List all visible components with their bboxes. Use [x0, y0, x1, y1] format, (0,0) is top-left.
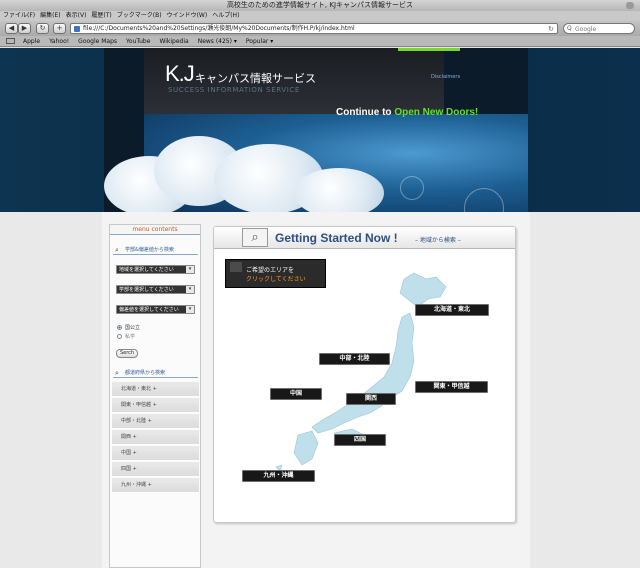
- radio-public-button[interactable]: [117, 324, 122, 330]
- menu-edit[interactable]: 編集(E): [40, 11, 60, 21]
- faculty-select-value: 学部を選択してください: [119, 287, 174, 293]
- cloud-image: [294, 168, 384, 212]
- chevron-down-icon: ▾: [186, 286, 194, 293]
- search-button[interactable]: Serch: [116, 349, 138, 358]
- region-chugoku-button[interactable]: 中国: [270, 388, 322, 400]
- menu-view[interactable]: 表示(V): [66, 11, 87, 21]
- bookmark-yahoo[interactable]: Yahoo!: [49, 36, 69, 46]
- page-icon: [74, 26, 80, 32]
- window-title: 高校生のための進学情報サイト, KJキャンパス情報サービス: [226, 1, 414, 9]
- sidebar: menu contents ⌕ 学部&偏差値から検索 地域を選択してください ▾…: [109, 224, 201, 568]
- magnifier-icon: ⌕: [115, 369, 119, 377]
- prefecture-search-heading-text: 都道府県から検索: [125, 370, 166, 376]
- header-green-accent: [398, 48, 460, 51]
- tagline-prefix: Continue to: [336, 107, 395, 118]
- radio-private[interactable]: 私学: [117, 332, 135, 340]
- browser-toolbar: ◀ ▶ ↻ + file:///C:/Documents%20and%20Set…: [0, 21, 640, 36]
- region-kanto-koshinetsu-button[interactable]: 関東・甲信越: [415, 381, 488, 393]
- bookmark-popular[interactable]: Popular ▾: [246, 36, 273, 46]
- menu-file[interactable]: ファイル(F): [3, 11, 35, 21]
- bookmark-news[interactable]: News (425) ▾: [198, 36, 237, 46]
- site-name: キャンパス情報サービス: [195, 72, 316, 85]
- region-hokkaido-tohoku-button[interactable]: 北海道・東北: [415, 304, 489, 316]
- prefecture-search-heading: ⌕ 都道府県から検索: [113, 368, 198, 378]
- sidebar-item-shikoku[interactable]: 四国 +: [112, 462, 199, 477]
- site-logo[interactable]: K.J: [165, 61, 195, 87]
- search-icon: Q: [567, 25, 572, 32]
- faculty-select[interactable]: 学部を選択してください ▾: [116, 285, 195, 294]
- region-shikoku-button[interactable]: 四国: [334, 434, 386, 446]
- radio-public[interactable]: 国公立: [117, 323, 140, 331]
- faculty-search-heading: ⌕ 学部&偏差値から検索: [113, 245, 198, 255]
- sidebar-item-kanto-koshinetsu[interactable]: 関東・甲信越 +: [112, 398, 199, 413]
- site-subtitle: SUCCESS INFORMATION SERVICE: [168, 86, 300, 94]
- map-honshu: [311, 312, 415, 434]
- sidebar-item-hokkaido-tohoku[interactable]: 北海道・東北 +: [112, 382, 199, 397]
- map-kyushu: [293, 430, 319, 466]
- address-bar[interactable]: file:///C:/Documents%20and%20Settings/瀬光…: [70, 23, 558, 34]
- tagline-highlight: Open New Doors!: [394, 107, 479, 118]
- bookmarks-book-icon[interactable]: [6, 38, 15, 44]
- bookmarks-bar: Apple Yahoo! Google Maps YouTube Wikiped…: [0, 36, 640, 47]
- forward-button[interactable]: ▶: [18, 23, 31, 34]
- sidebar-item-kansai[interactable]: 関西 +: [112, 430, 199, 445]
- search-field[interactable]: Q: [563, 23, 635, 34]
- sidebar-item-kyushu-okinawa[interactable]: 九州・沖縄 +: [112, 478, 199, 493]
- bookmark-wikipedia[interactable]: Wikipedia: [159, 36, 188, 46]
- menu-window[interactable]: ウインドウ(W): [167, 11, 208, 21]
- deviation-select[interactable]: 偏差値を選択してください ▾: [116, 305, 195, 314]
- window-titlebar: 高校生のための進学情報サイト, KJキャンパス情報サービス: [0, 0, 640, 11]
- radio-private-button[interactable]: [117, 333, 122, 339]
- search-input[interactable]: [575, 25, 633, 33]
- sidebar-title: menu contents: [110, 225, 200, 235]
- region-chubu-hokuriku-button[interactable]: 中部・北陸: [319, 353, 390, 365]
- radio-private-label: 私学: [125, 333, 136, 340]
- region-select[interactable]: 地域を選択してください ▾: [116, 265, 195, 274]
- sidebar-item-chugoku[interactable]: 中国 +: [112, 446, 199, 461]
- address-text[interactable]: file:///C:/Documents%20and%20Settings/瀬光…: [83, 24, 355, 34]
- chevron-down-icon: ▾: [186, 266, 194, 273]
- menu-bar: ファイル(F) 編集(E) 表示(V) 履歴(T) ブックマーク(B) ウインド…: [0, 11, 640, 21]
- refresh-icon[interactable]: ↻: [548, 24, 554, 34]
- map-hokkaido: [399, 272, 447, 308]
- tagline: Continue to Open New Doors!: [336, 107, 478, 118]
- site-header: K.J キャンパス情報サービス SUCCESS INFORMATION SERV…: [104, 48, 528, 212]
- sidebar-item-chubu-hokuriku[interactable]: 中部・北陸 +: [112, 414, 199, 429]
- magnifier-icon: ⌕: [115, 246, 119, 254]
- map-panel: ⌕ Getting Started Now ! – 地域から検索 – ご希望のエ…: [213, 226, 516, 523]
- region-kyushu-okinawa-button[interactable]: 九州・沖縄: [242, 470, 315, 482]
- window-zoom-button[interactable]: [626, 2, 634, 9]
- bookmark-youtube[interactable]: YouTube: [126, 36, 150, 46]
- lens-flare: [400, 176, 424, 200]
- menu-help[interactable]: ヘルプ(H): [212, 11, 239, 21]
- menu-bookmarks[interactable]: ブックマーク(B): [117, 11, 162, 21]
- bookmark-google-maps[interactable]: Google Maps: [78, 36, 117, 46]
- faculty-search-heading-text: 学部&偏差値から検索: [125, 247, 174, 253]
- back-button[interactable]: ◀: [5, 23, 18, 34]
- bookmark-apple[interactable]: Apple: [23, 36, 40, 46]
- chevron-down-icon: ▾: [186, 306, 194, 313]
- add-bookmark-button[interactable]: +: [53, 23, 66, 34]
- disclaimers-link[interactable]: Disclaimers: [431, 74, 460, 80]
- radio-public-label: 国公立: [125, 324, 141, 331]
- reload-button[interactable]: ↻: [36, 23, 49, 34]
- deviation-select-value: 偏差値を選択してください: [119, 307, 179, 313]
- region-select-value: 地域を選択してください: [119, 267, 174, 273]
- menu-history[interactable]: 履歴(T): [91, 11, 111, 21]
- region-kansai-button[interactable]: 関西: [346, 393, 396, 405]
